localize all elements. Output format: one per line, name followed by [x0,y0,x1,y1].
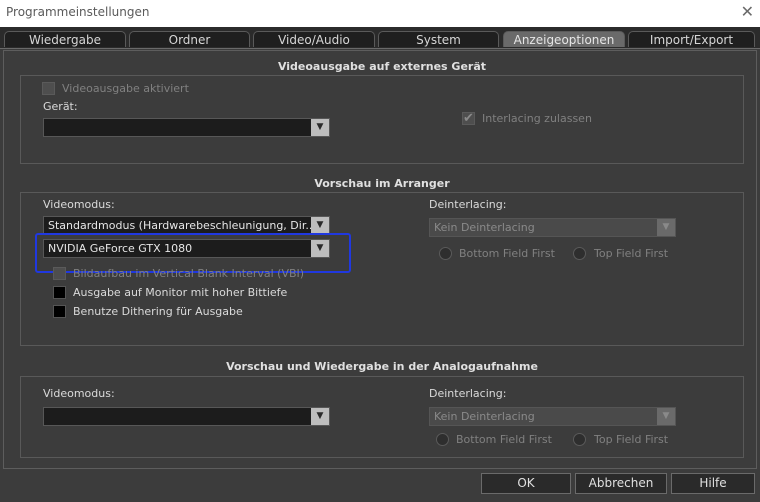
video-output-enabled-checkbox[interactable] [42,82,55,95]
dithering-checkbox[interactable] [53,305,66,318]
arranger-top-field-label: Top Field First [594,247,669,260]
tab-import-export[interactable]: Import/Export [628,31,755,47]
ok-button[interactable]: OK [481,473,571,494]
high-bit-depth-checkbox[interactable] [53,286,66,299]
tab-anzeigeoptionen[interactable]: Anzeigeoptionen [503,31,625,47]
vbi-label: Bildaufbau im Vertical Blank Interval (V… [73,267,305,280]
arranger-preview-title: Vorschau im Arranger [314,177,450,190]
external-device-title: Videoausgabe auf externes Gerät [277,60,487,73]
tab-bar: Wiedergabe Ordner Video/Audio System Anz… [0,27,760,49]
analog-deinterlacing-value: Kein Deinterlacing [434,410,535,423]
analog-videomode-label: Videomodus: [43,387,115,400]
arranger-top-field-radio[interactable] [573,247,586,260]
checkmark-icon: ✔ [463,111,474,126]
chevron-down-icon: ▼ [311,408,329,425]
analog-bottom-field-radio[interactable] [436,433,449,446]
tab-video-audio[interactable]: Video/Audio [253,31,375,47]
analog-deinterlacing-label: Deinterlacing: [429,387,507,400]
analog-top-field-label: Top Field First [594,433,669,446]
arranger-bottom-field-radio[interactable] [439,247,452,260]
arranger-deinterlacing-select[interactable]: Kein Deinterlacing ▼ [429,218,676,237]
interlacing-checkbox[interactable]: ✔ [462,112,475,125]
arranger-videomode-value: Standardmodus (Hardwarebeschleunigung, D… [48,219,316,232]
tab-ordner[interactable]: Ordner [129,31,250,47]
arranger-deinterlacing-label: Deinterlacing: [429,198,507,211]
arranger-bottom-field-label: Bottom Field First [459,247,555,260]
chevron-down-icon: ▼ [657,219,675,236]
interlacing-label: Interlacing zulassen [482,112,592,125]
analog-top-field-radio[interactable] [573,433,586,446]
arranger-videomode-label: Videomodus: [43,198,115,211]
analog-bottom-field-label: Bottom Field First [456,433,552,446]
window-title: Programmeinstellungen [6,5,150,19]
analog-deinterlacing-select[interactable]: Kein Deinterlacing ▼ [429,407,676,426]
analog-preview-title: Vorschau und Wiedergabe in der Analogauf… [226,360,538,373]
chevron-down-icon: ▼ [311,119,329,136]
chevron-down-icon: ▼ [657,408,675,425]
tab-wiedergabe[interactable]: Wiedergabe [4,31,126,47]
arranger-deinterlacing-value: Kein Deinterlacing [434,221,535,234]
help-button[interactable]: Hilfe [671,473,755,494]
device-label: Gerät: [43,100,78,113]
chevron-down-icon: ▼ [311,217,329,234]
dithering-label: Benutze Dithering für Ausgabe [73,305,243,318]
high-bit-depth-label: Ausgabe auf Monitor mit hoher Bittiefe [73,286,288,299]
cancel-button[interactable]: Abbrechen [575,473,667,494]
close-icon[interactable]: ✕ [741,2,754,22]
analog-videomode-select[interactable]: ▼ [43,407,330,426]
device-select[interactable]: ▼ [43,118,330,137]
tab-system[interactable]: System [378,31,499,47]
vbi-checkbox[interactable] [53,267,66,280]
title-bar: Programmeinstellungen ✕ [0,0,760,27]
video-output-enabled-label: Videoausgabe aktiviert [62,82,189,95]
tab-divider [0,48,760,49]
